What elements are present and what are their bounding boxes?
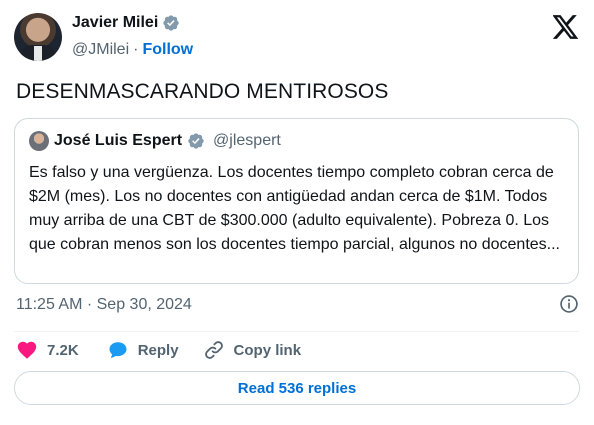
reply-bubble-icon (109, 342, 127, 359)
quoted-author-name: José Luis Espert (54, 132, 183, 149)
like-button[interactable]: 7.2K (16, 339, 79, 361)
reply-label: Reply (137, 341, 179, 359)
info-icon[interactable] (559, 294, 579, 314)
read-replies-button[interactable]: Read 536 replies (14, 371, 580, 405)
tweet-text: DESENMASCARANDO MENTIROSOS (16, 80, 389, 103)
reply-button[interactable]: Reply (107, 339, 179, 361)
author-handle[interactable]: @JMilei (72, 41, 129, 59)
quoted-text: Es falso y una vergüenza. Los docentes t… (29, 164, 560, 253)
quoted-header: José Luis Espert @jlespert (29, 131, 281, 151)
tweet-timestamp[interactable]: 11:25 AM · Sep 30, 2024 (16, 296, 192, 314)
heart-icon (17, 341, 37, 359)
quoted-verified-badge-icon (188, 133, 204, 149)
avatar-shirt (34, 46, 42, 61)
quoted-tweet[interactable]: José Luis Espert @jlespert Es falso y un… (14, 118, 579, 284)
separator-dot: · (133, 41, 139, 58)
verified-badge-icon (163, 15, 179, 31)
copy-link-button[interactable]: Copy link (203, 339, 302, 361)
quoted-avatar (29, 131, 49, 151)
divider (14, 331, 579, 332)
quoted-author-handle: @jlespert (213, 132, 281, 149)
author-name-row: Javier Milei (72, 14, 180, 32)
author-avatar[interactable] (14, 13, 62, 61)
x-logo-icon[interactable] (553, 15, 579, 39)
copy-link-label: Copy link (233, 341, 302, 359)
tweet-card: Javier Milei @JMilei · Follow DESENMASCA… (0, 0, 594, 425)
author-handle-row: @JMilei · Follow (72, 41, 193, 59)
like-count: 7.2K (47, 341, 79, 359)
author-name[interactable]: Javier Milei (72, 14, 158, 32)
follow-button[interactable]: Follow (142, 41, 193, 59)
action-bar: 7.2K Reply Copy link (16, 338, 301, 362)
link-icon (204, 341, 223, 359)
